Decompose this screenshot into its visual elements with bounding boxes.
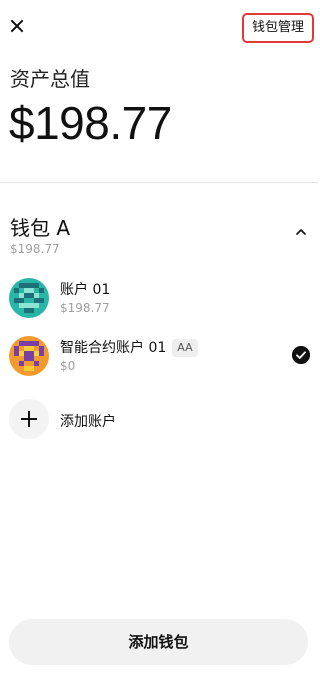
account-name: 智能合约账户 01 AA — [60, 337, 198, 357]
total-assets-value: $198.77 — [9, 97, 172, 149]
total-assets-label: 资产总值 — [10, 67, 90, 91]
account-name: 账户 01 — [60, 282, 111, 298]
aa-badge: AA — [172, 339, 198, 357]
account-row[interactable]: 账户 01 $198.77 — [9, 278, 310, 322]
wallet-balance: $198.77 — [10, 242, 60, 256]
account-row[interactable]: 智能合约账户 01 AA $0 — [9, 336, 310, 380]
close-icon[interactable] — [8, 17, 26, 35]
wallet-name: 钱包 A — [10, 216, 71, 240]
pixel-avatar-orange — [9, 336, 49, 376]
account-balance: $198.77 — [60, 301, 110, 315]
add-wallet-button[interactable]: 添加钱包 — [9, 619, 308, 665]
add-account-button[interactable]: 添加账户 — [9, 399, 209, 441]
pixel-avatar-teal — [9, 278, 49, 318]
wallet-manage-button[interactable]: 钱包管理 — [241, 13, 314, 43]
check-icon — [292, 346, 310, 364]
divider — [0, 182, 318, 183]
chevron-up-icon[interactable] — [295, 227, 307, 237]
add-account-label: 添加账户 — [60, 414, 116, 430]
account-balance: $0 — [60, 359, 76, 373]
plus-icon — [9, 399, 49, 439]
